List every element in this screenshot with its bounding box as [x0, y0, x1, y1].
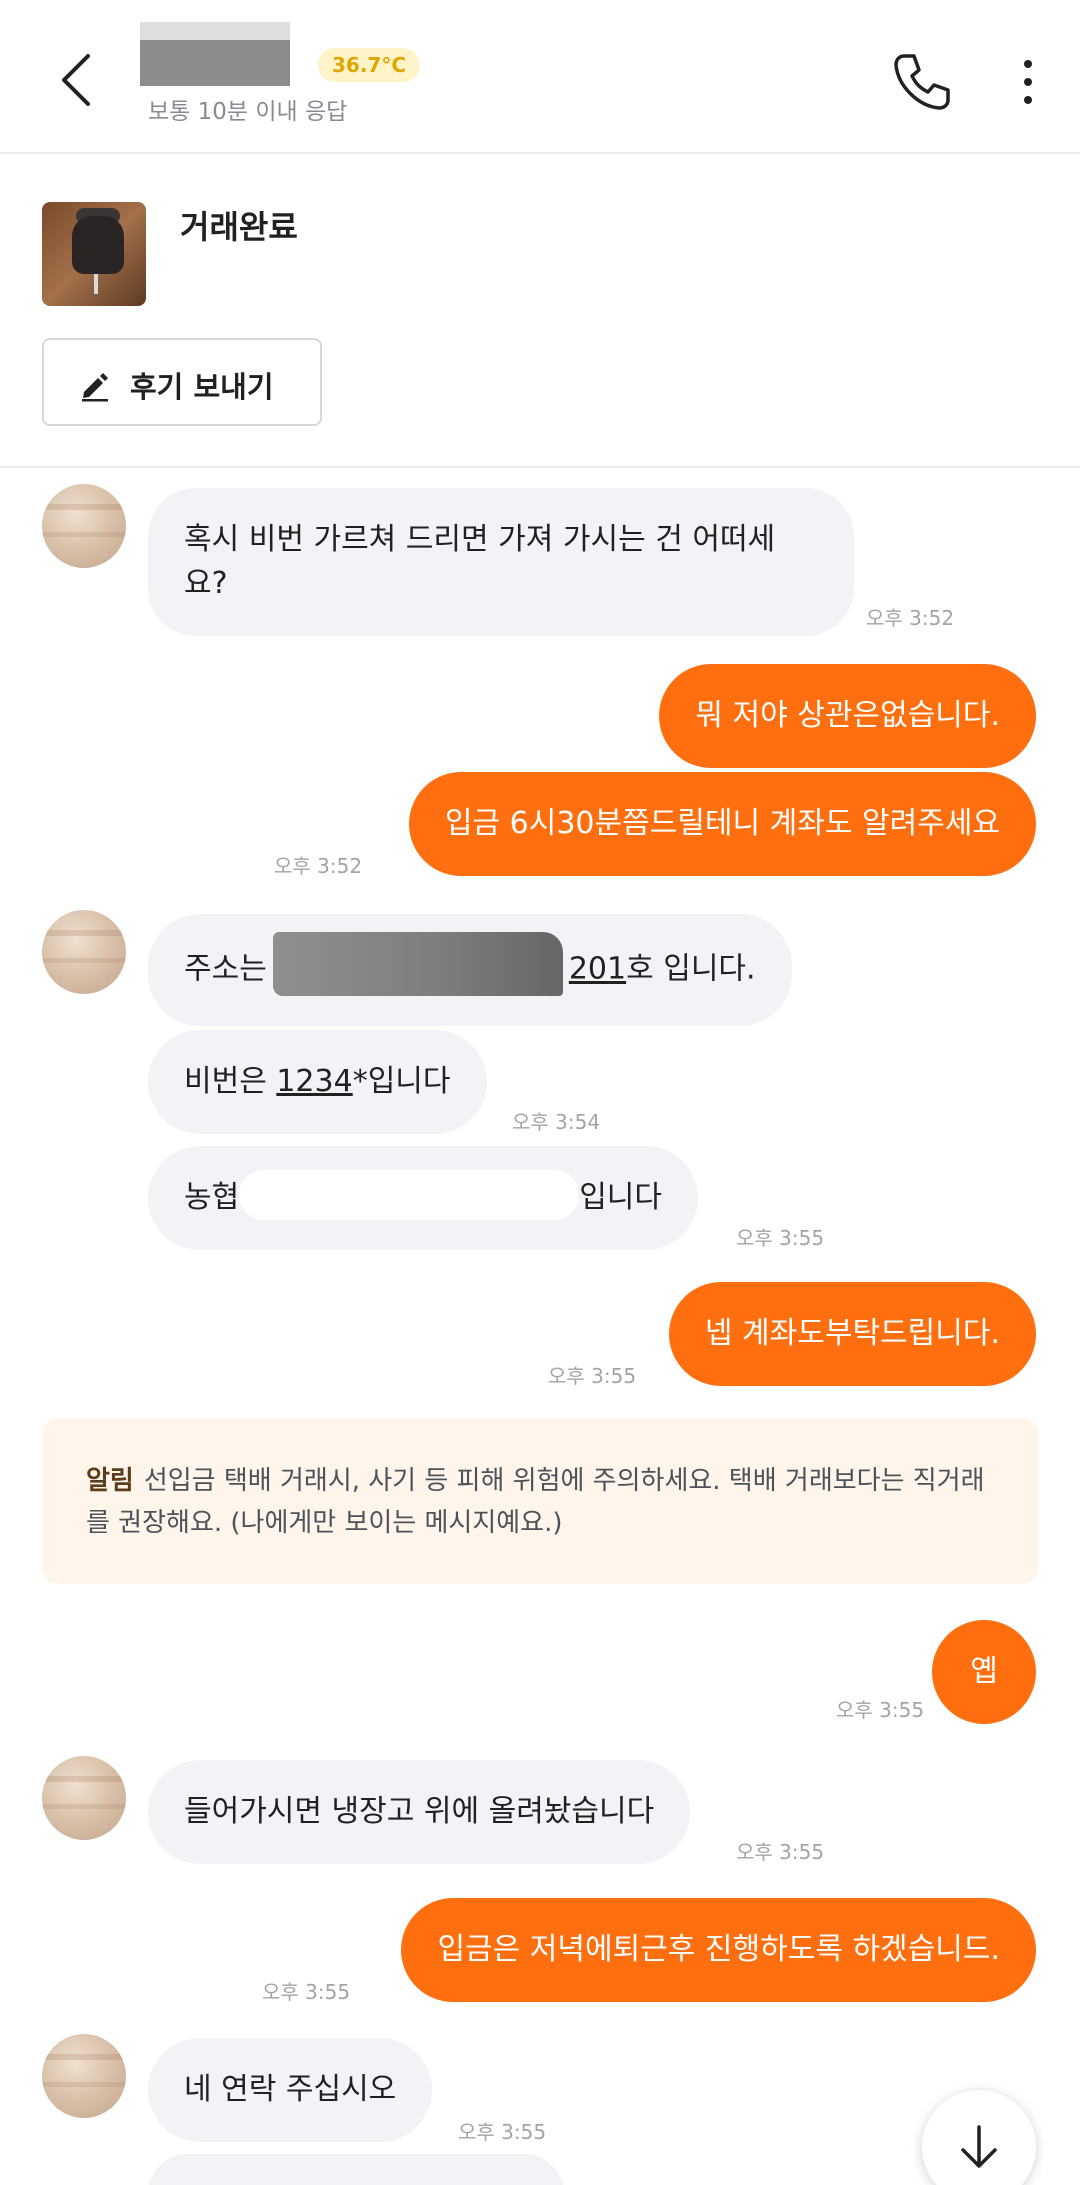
message-time: 오후 3:52: [274, 854, 363, 878]
more-options-icon[interactable]: [1010, 50, 1050, 114]
message-bubble-outgoing[interactable]: 넵 계좌도부탁드립니다.: [668, 1282, 1036, 1386]
message-bubble-incoming[interactable]: [148, 2154, 564, 2185]
redacted-username: [140, 22, 290, 86]
message-bubble-outgoing[interactable]: 입금 6시30분쯤드릴테니 계좌도 알려주세요: [408, 772, 1036, 876]
trade-info-panel: 거래완료 후기 보내기: [0, 156, 1080, 468]
message-time: 오후 3:54: [512, 1110, 601, 1134]
message-bubble-incoming[interactable]: 비번은 1234*입니다: [148, 1030, 487, 1134]
avatar[interactable]: [42, 910, 126, 994]
send-review-button[interactable]: 후기 보내기: [42, 338, 322, 426]
message-time: 오후 3:55: [736, 1226, 825, 1250]
chat-message-list[interactable]: 혹시 비번 가르쳐 드리면 가져 가시는 건 어떠세요? 오후 3:52 뭐 저…: [0, 470, 1080, 2185]
message-time: 오후 3:55: [458, 2120, 547, 2144]
scroll-to-bottom-button[interactable]: [922, 2090, 1036, 2185]
message-bubble-incoming[interactable]: 네 연락 주십시오: [148, 2038, 433, 2142]
message-bubble-incoming[interactable]: 들어가시면 냉장고 위에 올려놨습니다: [148, 1760, 691, 1864]
message-time: 오후 3:55: [736, 1840, 825, 1864]
trade-status-label: 거래완료: [180, 208, 298, 246]
message-text-link[interactable]: 1234: [276, 1064, 352, 1099]
redacted-address: [272, 932, 563, 996]
message-text: 입니다: [579, 1180, 663, 1215]
redacted-account: [239, 1169, 580, 1220]
manner-temperature-badge: 36.7°C: [318, 48, 421, 82]
product-thumbnail[interactable]: [42, 202, 146, 306]
message-time: 오후 3:52: [866, 606, 955, 630]
phone-icon[interactable]: [890, 50, 954, 114]
send-review-label: 후기 보내기: [130, 370, 274, 404]
message-bubble-outgoing[interactable]: 뭐 저야 상관은없습니다.: [659, 664, 1036, 768]
chat-header: 36.7°C 보통 10분 이내 응답: [0, 0, 1080, 154]
message-time: 오후 3:55: [262, 1980, 351, 2004]
pencil-icon: [78, 368, 112, 402]
notice-label: 알림: [86, 1466, 134, 1496]
message-bubble-outgoing[interactable]: 옙: [932, 1620, 1036, 1724]
avatar[interactable]: [42, 1756, 126, 1840]
message-time: 오후 3:55: [548, 1364, 637, 1388]
back-arrow-icon[interactable]: [50, 50, 110, 110]
message-text: 주소는: [184, 951, 267, 987]
message-time: 오후 3:55: [836, 1698, 925, 1722]
message-text: 비번은: [184, 1064, 277, 1099]
message-text: 농협: [184, 1180, 240, 1215]
message-bubble-incoming[interactable]: 농협 입니다: [148, 1146, 699, 1250]
message-text: *입니다: [352, 1064, 451, 1099]
response-time-label: 보통 10분 이내 응답: [148, 99, 348, 125]
notice-text: 선입금 택배 거래시, 사기 등 피해 위험에 주의하세요. 택배 거래보다는 …: [86, 1466, 985, 1538]
message-text-link[interactable]: 201: [569, 952, 626, 987]
message-bubble-outgoing[interactable]: 입금은 저녁에퇴근후 진행하도록 하겠습니드.: [401, 1898, 1036, 2002]
avatar[interactable]: [42, 2034, 126, 2118]
avatar[interactable]: [42, 484, 126, 568]
message-text: 호 입니다.: [626, 951, 756, 987]
message-bubble-incoming[interactable]: 주소는 201호 입니다.: [148, 914, 792, 1026]
safety-notice: 알림 선입금 택배 거래시, 사기 등 피해 위험에 주의하세요. 택배 거래보다…: [42, 1418, 1038, 1584]
message-bubble-incoming[interactable]: 혹시 비번 가르쳐 드리면 가져 가시는 건 어떠세요?: [148, 488, 854, 636]
